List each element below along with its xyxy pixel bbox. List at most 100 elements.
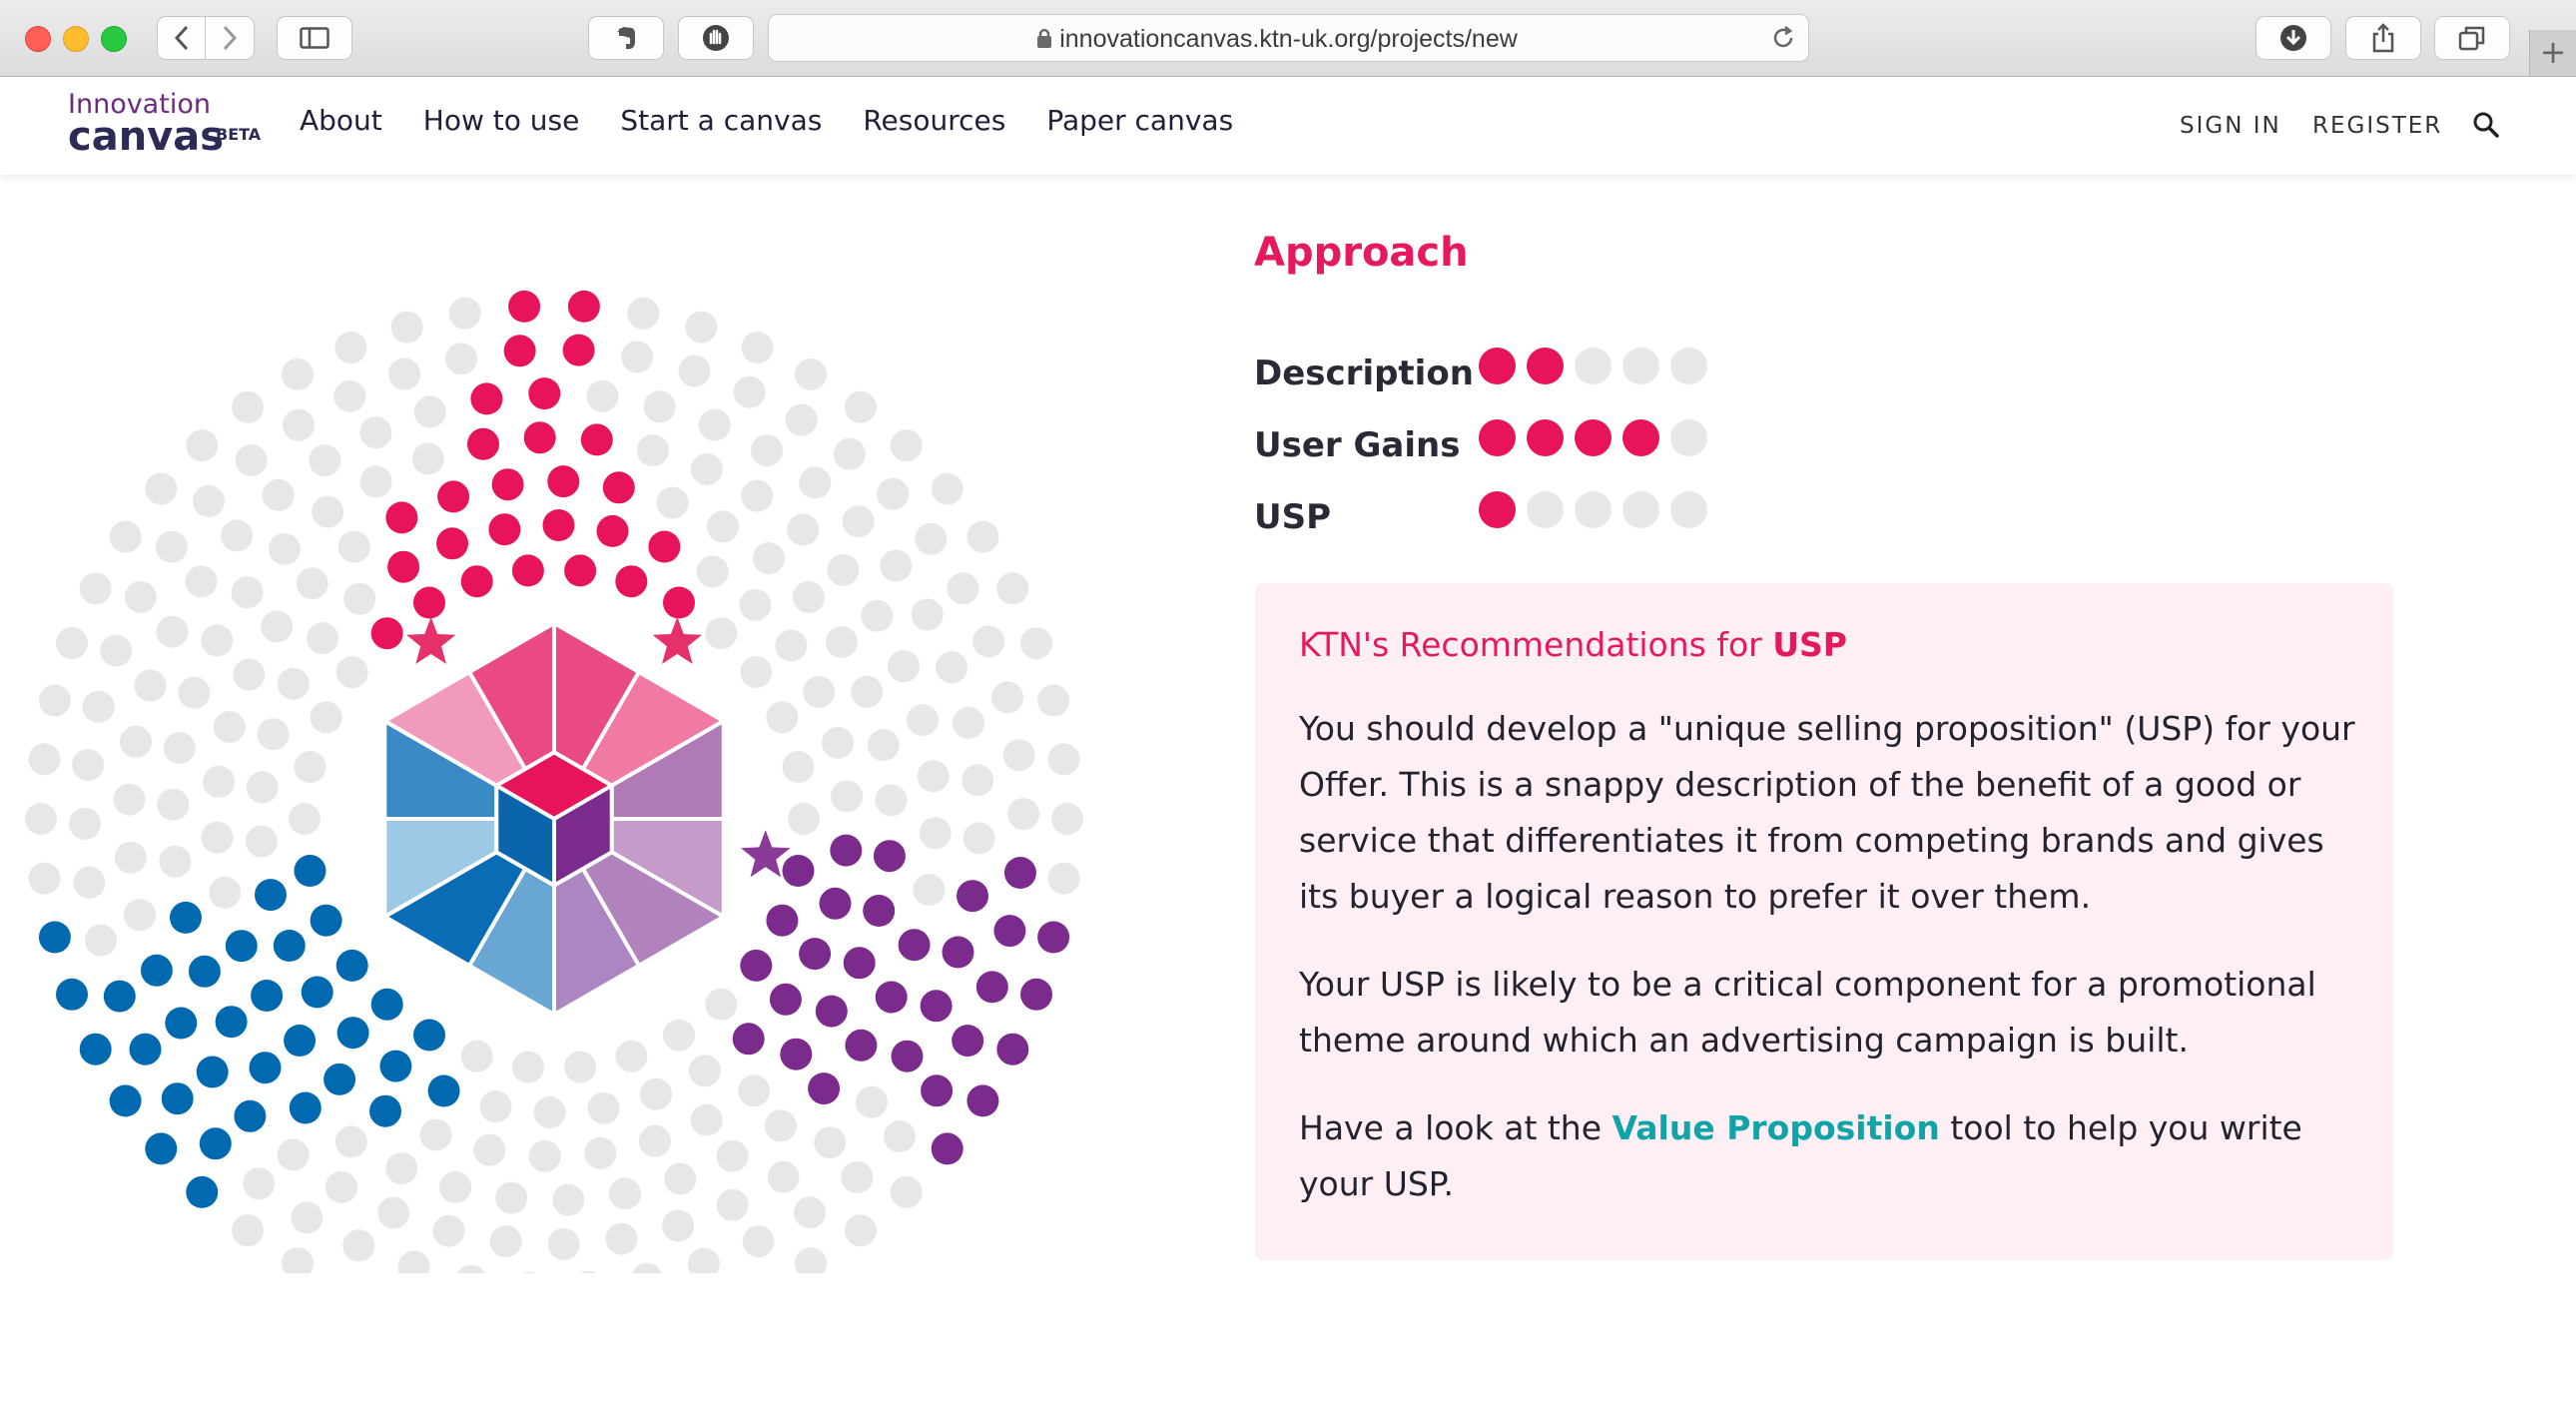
canvas-dot[interactable] bbox=[489, 1225, 522, 1258]
canvas-dot[interactable] bbox=[232, 1214, 265, 1247]
canvas-dot[interactable] bbox=[917, 760, 950, 793]
canvas-dot[interactable] bbox=[413, 586, 445, 619]
canvas-dot[interactable] bbox=[542, 509, 575, 541]
canvas-dot[interactable] bbox=[262, 478, 295, 511]
canvas-dot[interactable] bbox=[738, 1074, 771, 1107]
canvas-dot[interactable] bbox=[470, 382, 503, 415]
canvas-dot[interactable] bbox=[751, 434, 783, 467]
canvas-dot[interactable] bbox=[792, 581, 825, 613]
canvas-dot[interactable] bbox=[161, 1082, 194, 1115]
canvas-dot[interactable] bbox=[325, 1170, 357, 1203]
canvas-dot[interactable] bbox=[952, 1025, 984, 1058]
canvas-dot[interactable] bbox=[942, 936, 974, 969]
canvas-dot[interactable] bbox=[370, 617, 403, 650]
canvas-dot[interactable] bbox=[888, 650, 921, 683]
canvas-dot[interactable] bbox=[851, 675, 884, 708]
canvas-dot[interactable] bbox=[1020, 978, 1052, 1011]
canvas-dot[interactable] bbox=[877, 477, 910, 510]
canvas-dot[interactable] bbox=[199, 1127, 232, 1160]
canvas-dot[interactable] bbox=[73, 866, 106, 899]
rating-dot-filled[interactable] bbox=[1479, 419, 1516, 456]
canvas-dot[interactable] bbox=[966, 1084, 999, 1117]
canvas-dot[interactable] bbox=[397, 1250, 430, 1274]
canvas-dot[interactable] bbox=[445, 343, 478, 375]
canvas-dot[interactable] bbox=[1047, 743, 1080, 776]
canvas-dot[interactable] bbox=[513, 1271, 545, 1273]
canvas-dot[interactable] bbox=[663, 1019, 695, 1052]
canvas-dot[interactable] bbox=[947, 572, 979, 605]
canvas-dot[interactable] bbox=[508, 290, 541, 323]
canvas-dot[interactable] bbox=[186, 1175, 219, 1208]
canvas-dot[interactable] bbox=[359, 416, 392, 449]
canvas-dot[interactable] bbox=[803, 676, 836, 708]
rating-dot-empty[interactable] bbox=[1670, 419, 1707, 456]
canvas-dot[interactable] bbox=[221, 519, 254, 552]
canvas-dot[interactable] bbox=[785, 403, 818, 436]
canvas-dot[interactable] bbox=[1003, 857, 1036, 889]
canvas-dot[interactable] bbox=[334, 1125, 367, 1158]
canvas-dot[interactable] bbox=[370, 988, 403, 1021]
canvas-dot[interactable] bbox=[787, 513, 820, 546]
canvas-dot[interactable] bbox=[312, 495, 344, 528]
rating-dot-filled[interactable] bbox=[1575, 419, 1611, 456]
canvas-dot[interactable] bbox=[282, 1247, 314, 1273]
minimize-window-button[interactable] bbox=[63, 26, 89, 52]
rating-dot-filled[interactable] bbox=[1527, 348, 1564, 384]
canvas-dot[interactable] bbox=[294, 855, 326, 887]
canvas-dot[interactable] bbox=[963, 822, 995, 855]
evernote-extension-button[interactable] bbox=[588, 16, 664, 60]
canvas-dot[interactable] bbox=[82, 690, 115, 723]
canvas-dot[interactable] bbox=[567, 290, 600, 323]
canvas-dot[interactable] bbox=[782, 751, 815, 783]
canvas-dot[interactable] bbox=[460, 565, 493, 598]
canvas-dot[interactable] bbox=[795, 1247, 827, 1273]
rating-dot-empty[interactable] bbox=[1670, 491, 1707, 528]
canvas-dot[interactable] bbox=[413, 395, 446, 428]
canvas-dot[interactable] bbox=[109, 1084, 142, 1117]
canvas-dot[interactable] bbox=[716, 1139, 749, 1172]
canvas-dot[interactable] bbox=[291, 1201, 323, 1234]
canvas-dot[interactable] bbox=[268, 532, 301, 565]
canvas-dot[interactable] bbox=[491, 468, 524, 501]
canvas-dot[interactable] bbox=[855, 1085, 888, 1118]
canvas-dot[interactable] bbox=[586, 379, 619, 412]
share-button[interactable] bbox=[2345, 16, 2421, 60]
canvas-dot[interactable] bbox=[808, 1072, 841, 1105]
sidebar-toggle-button[interactable] bbox=[277, 16, 352, 60]
canvas-dot[interactable] bbox=[369, 1094, 401, 1127]
canvas-dot[interactable] bbox=[25, 803, 57, 835]
canvas-dot[interactable] bbox=[690, 1103, 723, 1136]
canvas-dot[interactable] bbox=[109, 520, 142, 553]
canvas-dot[interactable] bbox=[831, 780, 864, 813]
rating-dot-filled[interactable] bbox=[1479, 491, 1516, 528]
canvas-dot[interactable] bbox=[185, 565, 218, 598]
canvas-dot[interactable] bbox=[741, 479, 774, 512]
new-tab-button[interactable]: + bbox=[2529, 30, 2576, 76]
canvas-dot[interactable] bbox=[307, 622, 339, 655]
canvas-dot[interactable] bbox=[662, 1209, 695, 1242]
canvas-dot[interactable] bbox=[572, 1270, 604, 1273]
canvas-dot[interactable] bbox=[769, 983, 802, 1016]
canvas-dot[interactable] bbox=[503, 335, 536, 367]
canvas-dot[interactable] bbox=[213, 711, 246, 743]
canvas-dot[interactable] bbox=[528, 1139, 561, 1172]
canvas-dot[interactable] bbox=[547, 1227, 580, 1260]
canvas-dot[interactable] bbox=[455, 1264, 487, 1273]
canvas-dot[interactable] bbox=[907, 704, 939, 737]
canvas-dot[interactable] bbox=[103, 980, 136, 1013]
canvas-dot[interactable] bbox=[257, 718, 290, 751]
canvas-dot[interactable] bbox=[235, 444, 268, 476]
canvas-dot[interactable] bbox=[733, 375, 766, 408]
canvas-dot[interactable] bbox=[884, 1120, 916, 1153]
canvas-dot[interactable] bbox=[991, 681, 1023, 714]
canvas-dot[interactable] bbox=[1037, 684, 1070, 717]
canvas-dot[interactable] bbox=[114, 841, 147, 874]
canvas-dot[interactable] bbox=[467, 427, 499, 460]
canvas-dot[interactable] bbox=[766, 701, 799, 734]
forward-button[interactable] bbox=[205, 16, 255, 60]
canvas-dot[interactable] bbox=[547, 465, 580, 498]
canvas-dot[interactable] bbox=[863, 895, 896, 927]
canvas-dot[interactable] bbox=[602, 471, 635, 504]
canvas-dot[interactable] bbox=[830, 834, 863, 867]
canvas-dot[interactable] bbox=[596, 514, 629, 547]
